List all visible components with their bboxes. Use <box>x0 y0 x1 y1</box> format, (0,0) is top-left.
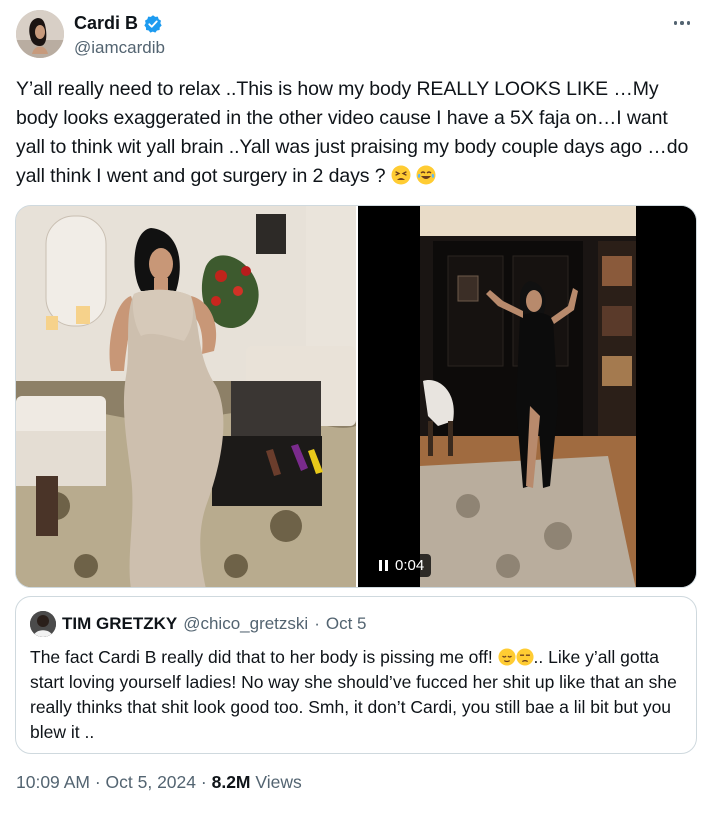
author-name[interactable]: Cardi B <box>74 13 138 34</box>
quoted-tweet[interactable]: TIM GRETZKY @chico_gretzski · Oct 5 The … <box>15 596 697 754</box>
tired-face-emoji-icon <box>391 165 411 185</box>
pause-icon[interactable] <box>379 560 388 571</box>
verified-badge-icon <box>144 14 162 33</box>
quoted-text-start: The fact Cardi B really did that to her … <box>30 647 498 667</box>
tweet-header: Cardi B @iamcardib <box>16 10 696 60</box>
author-name-row: Cardi B <box>74 13 163 34</box>
more-options-icon[interactable] <box>668 12 696 34</box>
tweet-time[interactable]: 10:09 AM <box>16 772 90 792</box>
relieved-face-emoji-icon <box>497 648 516 666</box>
separator-dot: · <box>314 614 320 633</box>
quoted-tweet-date[interactable]: Oct 5 <box>326 614 367 634</box>
photo-dress[interactable] <box>16 206 356 587</box>
video-time-label: 0:04 <box>395 557 425 574</box>
video-player[interactable]: 0:04 <box>358 206 696 587</box>
tweet-text: Y’all really need to relax ..This is how… <box>16 75 692 191</box>
separator-dot: · <box>94 772 106 792</box>
separator-dot: · <box>200 772 212 792</box>
author-avatar[interactable] <box>16 10 64 58</box>
tweet-metadata: 10:09 AM · Oct 5, 2024 · 8.2M Views <box>16 772 302 793</box>
views-label: Views <box>255 772 302 792</box>
quoted-author-handle[interactable]: @chico_gretzski <box>183 614 308 634</box>
video-timer[interactable]: 0:04 <box>372 554 432 577</box>
author-handle[interactable]: @iamcardib <box>74 38 165 58</box>
quoted-author-avatar[interactable] <box>30 611 56 637</box>
tears-of-joy-emoji-icon <box>416 165 436 185</box>
unamused-face-emoji-icon <box>515 648 534 666</box>
media-grid: 0:04 <box>15 205 697 588</box>
quoted-tweet-header: TIM GRETZKY @chico_gretzski · Oct 5 <box>30 611 366 637</box>
views-count: 8.2M <box>211 772 251 792</box>
tweet-date[interactable]: Oct 5, 2024 <box>106 772 196 792</box>
quoted-tweet-text: The fact Cardi B really did that to her … <box>30 645 686 745</box>
tweet-text-body: Y’all really need to relax ..This is how… <box>16 78 689 187</box>
quoted-author-name[interactable]: TIM GRETZKY <box>62 614 177 634</box>
